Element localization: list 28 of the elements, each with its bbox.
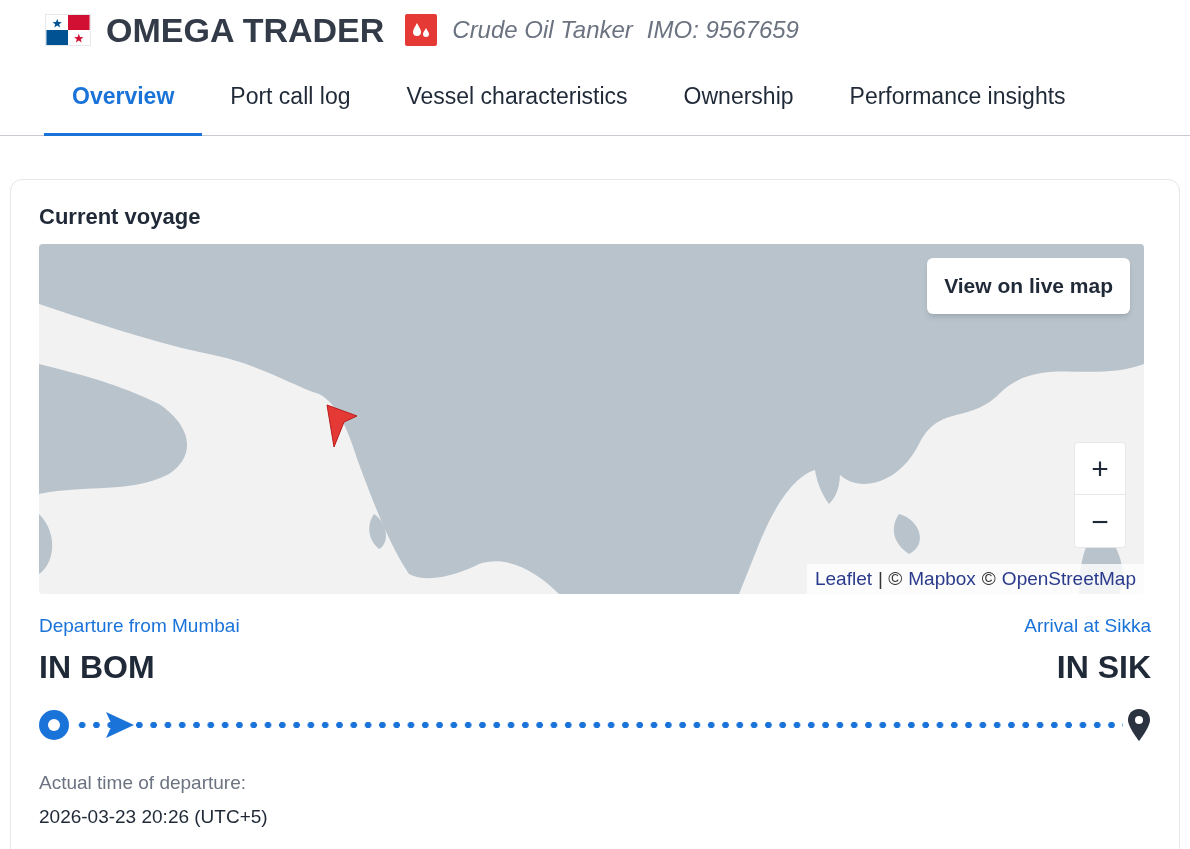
destination-pin-icon [1127, 708, 1151, 741]
zoom-in-button[interactable]: + [1075, 443, 1125, 495]
departure-time-value: 2026-03-23 20:26 (UTC+5) [39, 805, 269, 829]
tab[interactable]: Overview [44, 60, 203, 136]
origin-icon [39, 709, 69, 740]
card-title: Current voyage [39, 203, 202, 228]
view-live-map-button[interactable]: View on live map [927, 258, 1130, 314]
departure-port-code: IN BOM [39, 647, 155, 687]
tab[interactable]: Vessel characteristics [378, 60, 656, 136]
attribution-text: © [981, 566, 996, 591]
attribution-link[interactable]: Leaflet [815, 564, 873, 594]
imo-number: IMO: 9567659 [646, 15, 799, 45]
flag-icon [45, 14, 91, 46]
departure-link[interactable]: Departure from Mumbai [39, 612, 240, 641]
tanker-icon [405, 14, 438, 46]
attribution-text: | © [878, 566, 903, 591]
attribution-link[interactable]: Mapbox [908, 564, 976, 594]
arrival-port-code: IN SIK [1056, 647, 1151, 687]
arrival-link[interactable]: Arrival at Sikka [1024, 612, 1151, 641]
vessel-type: Crude Oil Tanker [452, 15, 633, 45]
tab[interactable]: Ownership [655, 60, 822, 136]
departure-time-label: Actual time of departure: [39, 770, 247, 795]
vessel-name: OMEGA TRADER [106, 9, 385, 51]
zoom-out-button[interactable]: − [1075, 495, 1125, 547]
tab[interactable]: Port call log [202, 60, 379, 136]
attribution-link[interactable]: OpenStreetMap [1001, 564, 1136, 594]
ship-marker-icon [326, 404, 358, 448]
tab[interactable]: Performance insights [821, 60, 1094, 136]
